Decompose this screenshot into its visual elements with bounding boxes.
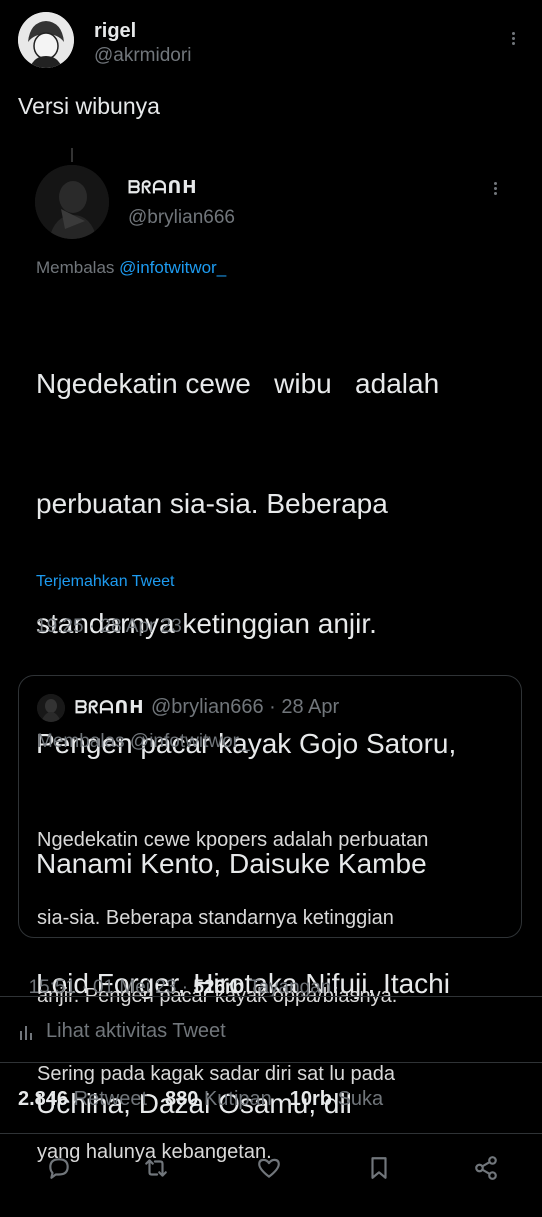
heart-icon (258, 1158, 280, 1178)
divider (0, 1062, 542, 1063)
stat-label: Retweet (73, 1088, 147, 1110)
stat-count: 2.846 (18, 1088, 69, 1110)
bookmark-icon (371, 1157, 387, 1179)
thread-line (71, 148, 73, 162)
like-button[interactable] (254, 1153, 284, 1183)
inner-handle[interactable]: @brylian666 (128, 207, 235, 229)
inner-line: Ngedekatin cewe wibu adalah (36, 368, 440, 399)
analytics-icon (20, 1025, 32, 1040)
inner-line: perbuatan sia-sia. Beberapa (36, 488, 388, 519)
outer-display-name[interactable]: rigel (94, 20, 136, 43)
bookmark-button[interactable] (364, 1153, 394, 1183)
quoted-avatar (37, 694, 65, 722)
retweet-button[interactable] (141, 1153, 171, 1183)
retweet-icon (145, 1159, 167, 1177)
quoted-reply-line: Membalas @infotwitwor_ (37, 731, 250, 752)
stat-label: Suka (337, 1088, 384, 1110)
stat-label: Kutipan (203, 1088, 272, 1110)
quoted-line: sia-sia. Beberapa standarnya ketinggian (37, 907, 394, 929)
views-count: 526rb (193, 977, 245, 998)
translate-link[interactable]: Terjemahkan Tweet (36, 573, 174, 591)
share-button[interactable] (471, 1153, 501, 1183)
inner-reply-prefix: Membalas (36, 258, 115, 277)
reply-icon (49, 1158, 69, 1179)
quoted-tweet-card[interactable]: ᗷᖇᗩᑎᕼ @brylian666 · 28 Apr Membalas @inf… (18, 675, 522, 1163)
tweet-meta: 15:51 · 01 Mei 23 · 526rb Tayangan (18, 955, 332, 999)
inner-more-icon[interactable] (485, 178, 505, 198)
like-stat[interactable]: 10rb Suka (290, 1088, 383, 1111)
outer-tweet-text: Versi wibunya (18, 93, 160, 119)
quoted-display-name: ᗷᖇᗩᑎᕼ (75, 698, 145, 717)
retweet-stat[interactable]: 2.846 Retweet (18, 1088, 147, 1111)
tweet-stats: 2.846 Retweet 880 Kutipan 10rb Suka (18, 1088, 383, 1111)
share-icon (475, 1156, 497, 1180)
inner-timestamp[interactable]: 19:25 · 28 Apr 23 (36, 616, 182, 638)
divider (0, 1133, 542, 1134)
inner-display-name[interactable]: ᗷᖇᗩᑎᕼ (128, 178, 197, 198)
stat-count: 10rb (289, 1088, 333, 1110)
quote-stat[interactable]: 880 Kutipan (165, 1088, 272, 1111)
reply-button[interactable] (44, 1153, 74, 1183)
tweet-activity-link[interactable]: Lihat aktivitas Tweet (18, 1020, 226, 1043)
quoted-handle-date: @brylian666 · 28 Apr (151, 696, 340, 718)
activity-label: Lihat aktivitas Tweet (46, 1020, 226, 1042)
quoted-line: Ngedekatin cewe kpopers adalah perbuatan (37, 829, 429, 851)
views-label: Tayangan (244, 977, 332, 998)
inner-reply-mention[interactable]: @infotwitwor_ (119, 258, 226, 277)
outer-more-icon[interactable] (503, 28, 523, 48)
divider (0, 996, 542, 997)
outer-handle[interactable]: @akrmidori (94, 45, 191, 67)
outer-avatar[interactable] (18, 12, 74, 68)
inner-reply-line: Membalas @infotwitwor_ (36, 258, 226, 278)
stat-count: 880 (165, 1088, 199, 1110)
tweet-time-date[interactable]: 15:51 · 01 Mei 23 · (29, 977, 194, 998)
quoted-line: Sering pada kagak sadar diri sat lu pada (37, 1063, 396, 1085)
inner-avatar[interactable] (35, 165, 109, 239)
